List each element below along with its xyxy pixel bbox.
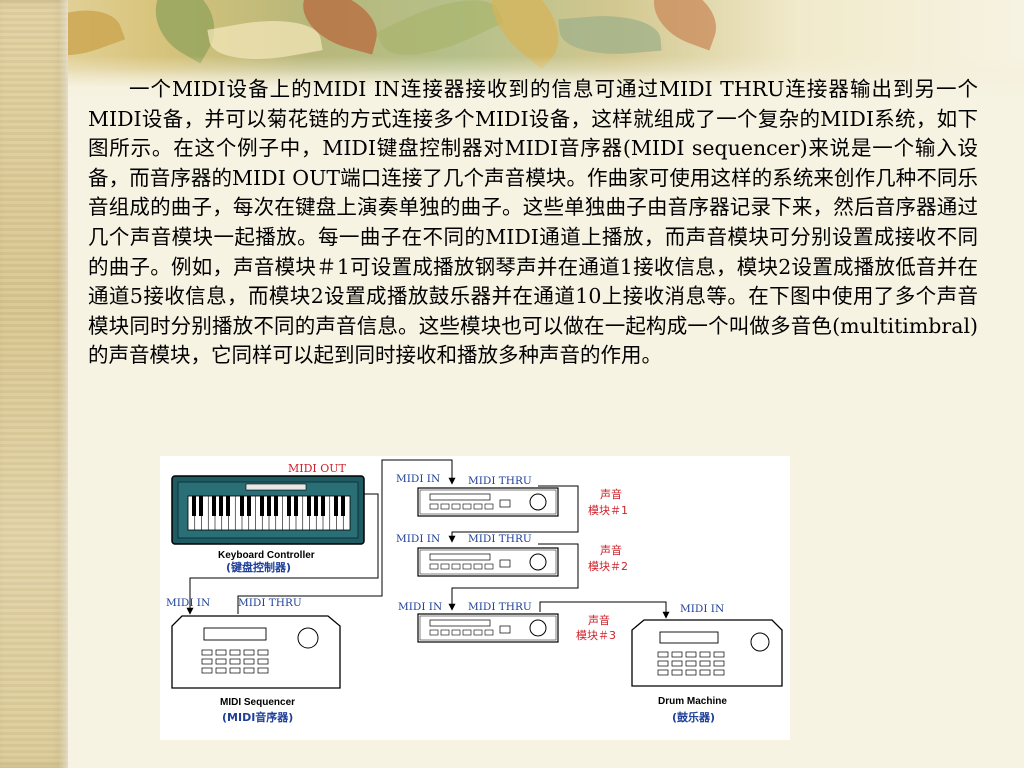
sequencer-name-cn: (MIDI音序器) [222,710,293,724]
diagram-svg: Keyboard Controller (键盘控制器) MIDI OUT MID… [166,459,783,724]
keyboard-midi-out-label: MIDI OUT [288,462,347,475]
module3-midi-thru-label: MIDI THRU [468,601,532,613]
module3-midi-in-label: MIDI IN [398,601,442,613]
midi-sequencer: MIDI IN MIDI THRU MIDI Sequencer (MIDI音序… [166,597,341,724]
piano-keys [187,495,351,531]
module2-midi-thru-label: MIDI THRU [468,533,532,545]
module3-name-line2: 模块＃3 [576,629,616,642]
module1-name-line1: 声音 [600,487,622,501]
keyboard-controller: Keyboard Controller (键盘控制器) [171,475,365,574]
sound-module-3: MIDI IN MIDI THRU 声音 模块＃3 [398,601,616,643]
drum-name-cn: (鼓乐器) [672,710,715,724]
module1-midi-thru-label: MIDI THRU [468,475,532,487]
module1-midi-in-label: MIDI IN [396,473,440,485]
module2-name-line2: 模块＃2 [588,560,628,573]
sound-module-2: MIDI IN MIDI THRU 声音 模块＃2 [396,533,628,577]
sequencer-name: MIDI Sequencer [220,697,295,708]
keyboard-name: Keyboard Controller [218,550,315,561]
body-paragraph: 一个MIDI设备上的MIDI IN连接器接收到的信息可通过MIDI THRU连接… [88,77,978,368]
drum-name: Drum Machine [658,696,727,707]
midi-chain-diagram: Keyboard Controller (键盘控制器) MIDI OUT MID… [160,456,790,740]
module2-name-line1: 声音 [600,543,622,557]
keyboard-name-cn: (键盘控制器) [226,560,291,574]
drum-machine: MIDI IN Drum Machine (鼓乐器) [631,603,783,724]
drum-midi-in-label: MIDI IN [680,603,724,615]
module1-name-line2: 模块＃1 [588,504,628,517]
sequencer-midi-in-label: MIDI IN [166,597,210,609]
module2-midi-in-label: MIDI IN [396,533,440,545]
sound-module-1: MIDI IN MIDI THRU 声音 模块＃1 [396,473,628,517]
leaf-decoration [558,10,662,60]
decorative-left-strip [0,0,68,768]
module3-name-line1: 声音 [588,613,610,627]
sequencer-midi-thru-label: MIDI THRU [238,597,302,609]
